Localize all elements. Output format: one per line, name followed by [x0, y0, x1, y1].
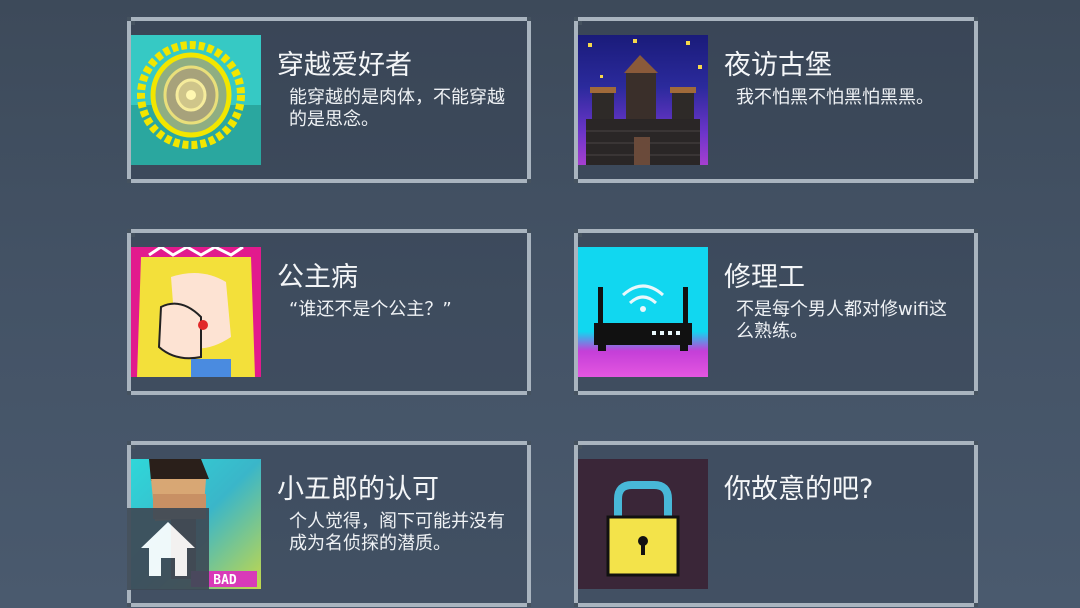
home-button[interactable] — [127, 508, 209, 590]
princess-icon — [131, 247, 261, 377]
achievement-title: 小五郎的认可 — [277, 474, 439, 505]
achievement-card-locked[interactable]: 你故意的吧? — [574, 441, 978, 607]
achievement-desc: 不是每个男人都对修wifi这么熟练。 — [736, 299, 948, 342]
achievement-title: 穿越爱好者 — [277, 50, 412, 81]
achievement-title: 修理工 — [724, 262, 805, 293]
router-icon — [578, 247, 708, 377]
achievement-title: 夜访古堡 — [724, 50, 832, 81]
achievement-desc: 我不怕黑不怕黑怕黑黑。 — [736, 87, 934, 108]
achievement-card-castle[interactable]: 夜访古堡 我不怕黑不怕黑怕黑黑。 — [574, 17, 978, 183]
achievement-desc: 能穿越的是肉体，不能穿越的是思念。 — [289, 87, 505, 130]
home-icon — [141, 522, 195, 576]
portal-icon — [131, 35, 261, 165]
achievement-card-portal[interactable]: 穿越爱好者 能穿越的是肉体，不能穿越的是思念。 — [127, 17, 531, 183]
achievement-title: 你故意的吧? — [724, 474, 874, 505]
achievement-card-router[interactable]: 修理工 不是每个男人都对修wifi这么熟练。 — [574, 229, 978, 395]
castle-icon — [578, 35, 708, 165]
lock-icon — [578, 459, 708, 589]
achievement-desc: “谁还不是个公主？” — [289, 299, 452, 320]
achievement-title: 公主病 — [277, 262, 358, 293]
achievement-desc: 个人觉得，阁下可能并没有成为名侦探的潜质。 — [289, 511, 505, 554]
achievement-card-princess[interactable]: 公主病 “谁还不是个公主？” — [127, 229, 531, 395]
badge-label: BAD — [213, 573, 237, 588]
